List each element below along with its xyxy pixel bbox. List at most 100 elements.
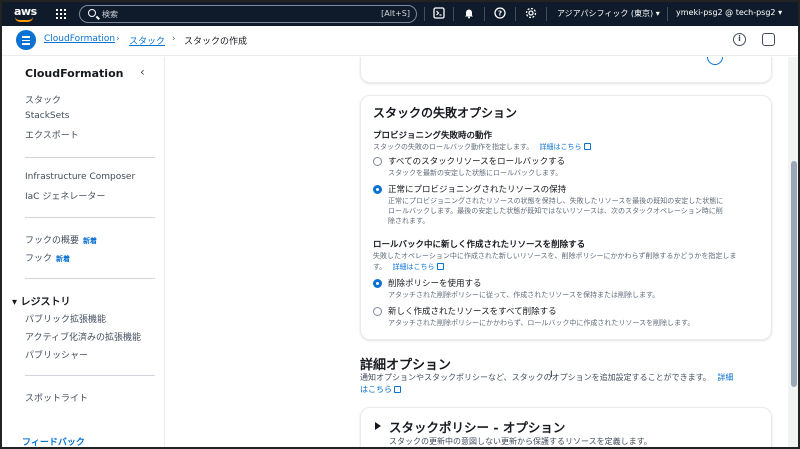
main-scrollbar[interactable] [788,57,798,447]
nav-divider [453,7,454,21]
breadcrumb-chevron-icon: › [116,34,120,44]
delete-new-info-link-text: 詳細はこちら [392,263,435,271]
search-input[interactable] [102,8,352,20]
nav-divider [667,7,668,21]
breadcrumb-bar: CloudFormation › スタック › スタックの作成 i [2,26,798,56]
rollback-all-description: スタックを最新の安定した状態にロールバックします。 [388,169,563,177]
app-window: aws [Alt+S] ? アジアパシフィック (東京) ▾ ymeki [0,0,800,449]
radio-preserve-resources[interactable] [373,185,382,194]
region-label: アジアパシフィック (東京) [557,9,654,18]
sidebar-item-label: フックの概要 [25,236,80,246]
sidebar-section-registry[interactable]: ▾ レジストリ [12,293,71,308]
nav-divider [515,7,516,21]
external-link-icon [583,143,591,150]
cloudshell-icon[interactable] [432,7,446,21]
main-content: スタックの失敗オプション プロビジョニング失敗時の動作 スタックの失敗のロールバ… [166,57,788,447]
caret-down-icon: ▾ [12,297,18,308]
new-badge: 新着 [83,237,98,245]
sidebar-item-infrastructure-composer[interactable]: Infrastructure Composer [25,172,135,182]
feedback-icon[interactable] [762,33,775,46]
sidebar-item-stacksets[interactable]: StackSets [25,111,69,121]
sidebar-item-label: フック [25,254,53,264]
preserve-resources-label[interactable]: 正常にプロビジョニングされたリソースの保持 [388,183,566,195]
failure-options-title: スタックの失敗オプション [373,106,518,120]
region-selector[interactable]: アジアパシフィック (東京) ▾ [557,8,660,19]
preserve-description-line: 正常にプロビジョニングされたリソースの状態を保持し、失敗したリソースを最後の既知… [388,197,724,205]
stack-policy-card[interactable]: スタックポリシー - オプション スタックの更新中の意図しない更新から保護するリ… [360,407,772,447]
delete-new-description-tail-text: す。 [373,263,387,271]
rollback-all-label[interactable]: すべてのスタックリソースをロールバックする [388,155,565,167]
advanced-options-description: 通知オプションやスタックポリシーなど、スタックのオプションを追加設定することがで… [360,372,733,383]
provisioning-description-text: スタックの失敗のロールバック動作を指定します。 [373,143,534,151]
menu-toggle-button[interactable] [16,30,36,50]
external-link-icon [436,263,444,270]
aws-logo[interactable]: aws [12,4,40,24]
provisioning-info-link-text: 詳細はこちら [539,143,582,151]
svg-text:?: ? [498,10,502,18]
sidebar-divider [25,217,155,218]
nav-divider [424,7,425,21]
help-icon[interactable]: ? [493,7,507,21]
breadcrumb-current: スタックの作成 [184,37,248,47]
search-shortcut-hint: [Alt+S] [381,9,410,18]
provisioning-failure-heading: プロビジョニング失敗時の動作 [373,131,493,141]
delete-new-resources-description: 失敗したオペレーション中に作成された新しいリソースを、削除ポリシーにかかわらず削… [373,252,737,260]
scrollbar-thumb[interactable] [791,161,797,387]
sidebar-item-stacks[interactable]: スタック [25,93,61,106]
chevron-down-icon: ▾ [778,8,783,17]
advanced-info-link-part2[interactable]: はこちら [360,385,392,394]
new-badge: 新着 [56,255,71,263]
breadcrumb-cloudformation[interactable]: CloudFormation [44,34,115,44]
sidebar-section-label: レジストリ [20,297,71,308]
account-menu[interactable]: ymeki-psg2 @ tech-psg2 ▾ [676,8,782,17]
sidebar-divider [25,278,155,279]
stack-failure-options-card: スタックの失敗オプション プロビジョニング失敗時の動作 スタックの失敗のロールバ… [360,95,772,340]
advanced-info-link-line2[interactable]: はこちら [360,384,401,395]
text-cursor-icon: I [550,370,553,380]
aws-smile-icon [15,17,33,22]
stack-policy-description: スタックの更新中の意図しない更新から保護するリソースを定義します。 [389,437,652,446]
advanced-info-link-part1[interactable]: 詳細 [717,373,733,382]
advanced-options-title: 詳細オプション [360,358,452,373]
info-icon[interactable]: i [733,33,746,46]
global-search[interactable]: [Alt+S] [79,5,417,23]
delete-all-new-label[interactable]: 新しく作成されたリソースをすべて削除する [388,305,557,317]
sidebar-divider [25,375,155,376]
sidebar-item-hooks[interactable]: フック 新着 [25,251,70,264]
breadcrumb-stacks[interactable]: スタック [129,34,165,47]
delete-new-info-link[interactable]: 詳細はこちら [393,263,444,271]
delete-new-description-tail: す。 詳細はこちら [373,262,444,272]
sidebar-divider [25,157,155,158]
radio-delete-all-new[interactable] [373,307,382,316]
nav-divider [546,7,547,21]
sidebar-item-spotlight[interactable]: スポットライト [25,391,88,404]
stack-policy-title[interactable]: スタックポリシー - オプション [389,417,565,436]
settings-gear-icon[interactable] [524,7,538,21]
sidebar-item-iac-generator[interactable]: IaC ジェネレーター [25,189,105,202]
delete-new-resources-heading: ロールバック中に新しく作成されたリソースを削除する [373,240,586,250]
radio-rollback-all[interactable] [373,157,382,166]
feedback-link[interactable]: フィードバック [22,435,85,447]
sidebar-item-exports[interactable]: エクスポート [25,128,79,141]
sidebar-item-public-extensions[interactable]: パブリック拡張機能 [25,312,106,325]
delete-all-new-description: アタッチされた削除ポリシーにかかわらず、ロールバック中に作成されたリソースを削除… [388,319,695,327]
nav-divider [484,7,485,21]
external-link-icon [394,386,401,393]
use-deletion-policy-description: アタッチされた削除ポリシーに従って、作成されたリソースを保持または削除します。 [388,291,660,299]
account-label: ymeki-psg2 @ tech-psg2 [676,8,776,17]
provisioning-info-link[interactable]: 詳細はこちら [540,143,591,151]
use-deletion-policy-label[interactable]: 削除ポリシーを使用する [388,277,482,289]
sidebar-close-icon[interactable]: ‹ [140,65,145,79]
sidebar-title[interactable]: CloudFormation [25,67,123,80]
services-grid-icon[interactable] [56,9,66,19]
breadcrumb-chevron-icon: › [172,34,176,44]
caret-right-icon[interactable] [375,422,381,430]
preserve-description-line: 除されます。 [388,217,430,225]
sidebar-item-activated-extensions[interactable]: アクティブ化済みの拡張機能 [25,330,141,343]
side-navigation: CloudFormation ‹ スタック StackSets エクスポート I… [2,57,165,447]
radio-use-deletion-policy[interactable] [373,279,382,288]
sidebar-item-hooks-overview[interactable]: フックの概要 新着 [25,233,97,246]
advanced-description-text: 通知オプションやスタックポリシーなど、スタックのオプションを追加設定することがで… [360,373,711,382]
sidebar-item-publishers[interactable]: パブリッシャー [25,348,88,361]
notifications-bell-icon[interactable] [462,7,476,21]
